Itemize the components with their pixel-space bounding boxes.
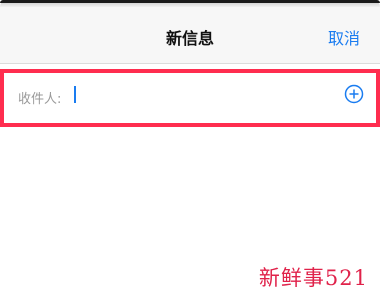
cancel-button[interactable]: 取消: [328, 25, 360, 49]
watermark-text: 新鲜事521: [258, 266, 368, 290]
text-caret: [74, 86, 76, 103]
recipient-field-container: 收件人:: [0, 69, 380, 127]
recipient-input[interactable]: [72, 86, 326, 108]
page-title: 新信息: [165, 29, 214, 48]
recipient-label: 收件人:: [18, 92, 62, 107]
navigation-bar: 新信息 取消: [0, 7, 380, 64]
plus-circle-icon[interactable]: [344, 84, 364, 104]
window-top-edge: [0, 0, 380, 3]
